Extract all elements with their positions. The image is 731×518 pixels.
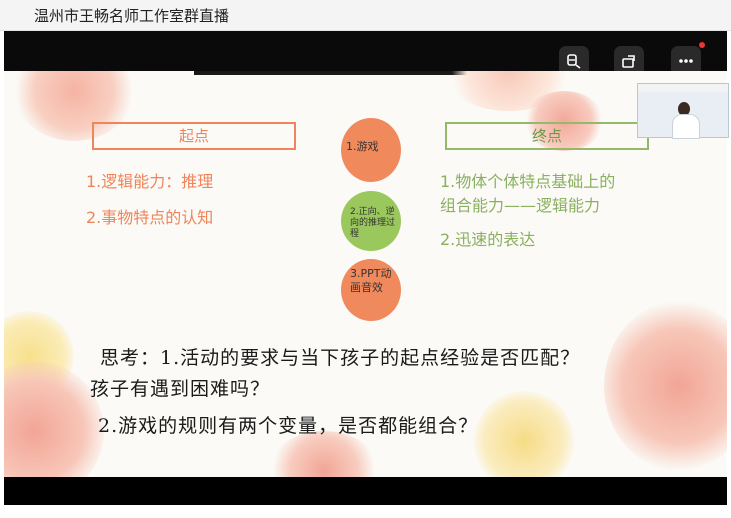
captions-icon [567, 54, 581, 69]
start-box-label: 起点 [178, 127, 209, 145]
notification-dot [699, 42, 705, 48]
more-icon [679, 59, 693, 63]
flower-decor [474, 391, 574, 477]
window-title: 温州市王畅名师工作室群直播 [34, 7, 230, 25]
presenter-body [672, 114, 700, 139]
start-item-2: 2.事物特点的认知 [86, 208, 214, 227]
start-item-1: 1.逻辑能力：推理 [86, 172, 214, 191]
circle-reasoning-label: 2.正向、逆向的推理过程 [350, 207, 396, 239]
circle-game-label: 1.游戏 [346, 140, 379, 153]
think-line-2: 孩子有遇到困难吗？ [90, 378, 271, 400]
circle-ppt-label: 3.PPT动画音效 [350, 267, 392, 294]
flower-decor [604, 301, 727, 471]
slide-content: 起点 1.逻辑能力：推理 2.事物特点的认知 终点 1.物体个体特点基础上的 组… [4, 71, 727, 477]
end-box: 终点 [445, 122, 649, 150]
video-topbar [4, 31, 727, 76]
flower-decor [4, 361, 104, 477]
start-box: 起点 [92, 122, 296, 150]
think-line-1: 思考：1.活动的要求与当下孩子的起点经验是否匹配？ [100, 347, 581, 369]
circle-ppt: 3.PPT动画音效 [341, 259, 401, 321]
circle-reasoning: 2.正向、逆向的推理过程 [341, 191, 401, 251]
end-item-1-cont: 组合能力——逻辑能力 [440, 196, 601, 215]
presenter-video-thumbnail[interactable] [637, 83, 729, 139]
rotate-icon [622, 55, 635, 68]
end-item-1: 1.物体个体特点基础上的 [440, 172, 616, 191]
circle-game: 1.游戏 [341, 118, 401, 182]
video-bottom-bar [4, 477, 727, 505]
think-line-3: 2.游戏的规则有两个变量，是否都能组合？ [98, 415, 479, 437]
thumbnail-titlebar [638, 84, 728, 92]
end-box-label: 终点 [531, 127, 562, 145]
end-item-2: 2.迅速的表达 [440, 230, 536, 249]
video-stage[interactable]: 起点 1.逻辑能力：推理 2.事物特点的认知 终点 1.物体个体特点基础上的 组… [4, 31, 729, 505]
window-titlebar: 温州市王畅名师工作室群直播 [0, 0, 731, 31]
